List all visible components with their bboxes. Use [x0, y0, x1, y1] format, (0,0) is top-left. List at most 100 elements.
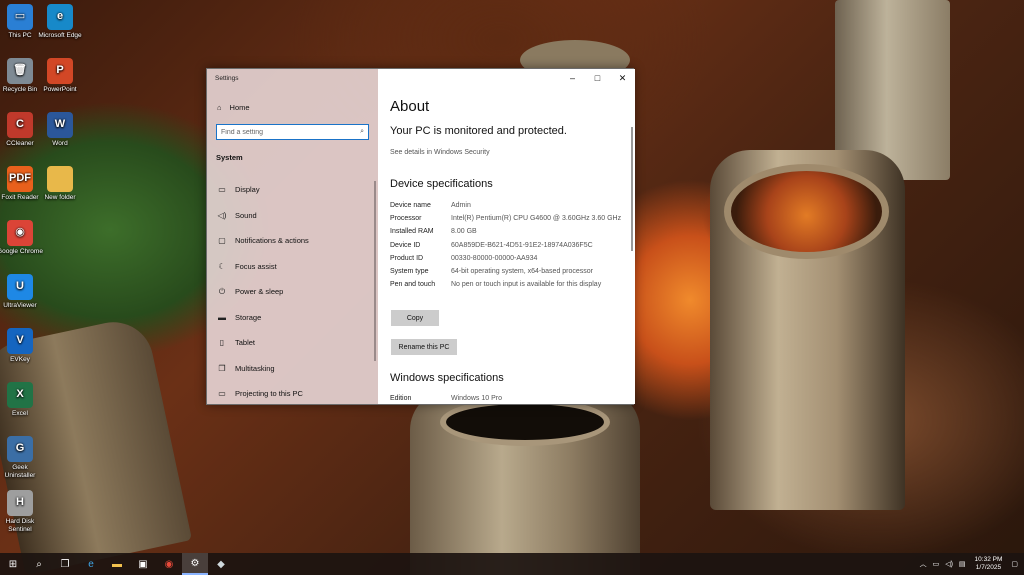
- home-label: Home: [229, 103, 250, 112]
- notifications-icon: ▢: [218, 236, 226, 246]
- desktop-icon[interactable]: V EVKey: [0, 328, 44, 364]
- desktop-icon[interactable]: U UltraViewer: [0, 274, 44, 310]
- system-tray: ︿ ▭ ◁) ▤ 10:32 PM 1/7/2025 ▢: [917, 553, 1024, 575]
- page-title: About: [390, 98, 430, 115]
- focus-assist-icon: ☾: [218, 261, 226, 271]
- taskbar-settings-icon[interactable]: ⚙: [182, 553, 208, 575]
- sidebar-item[interactable]: ▢ Notifications & actions: [207, 228, 378, 254]
- volume-icon[interactable]: ◁): [945, 560, 953, 568]
- sidebar-item-label: Multitasking: [235, 363, 275, 373]
- desktop-icon[interactable]: G Geek Uninstaller: [0, 436, 44, 479]
- hard-disk-sentinel-icon: H: [7, 490, 33, 516]
- sidebar-item[interactable]: ▭ Display: [207, 177, 378, 203]
- sidebar-item-label: Notifications & actions: [235, 236, 309, 246]
- taskbar-store-icon[interactable]: ▣: [130, 553, 156, 575]
- sidebar-item-label: Storage: [235, 312, 262, 322]
- foxit-reader-icon: PDF: [7, 166, 33, 192]
- desktop-icon-label: Hard Disk Sentinel: [5, 518, 35, 533]
- ccleaner-icon: C: [7, 112, 33, 138]
- sidebar-item[interactable]: ⏻ Power & sleep: [207, 279, 378, 305]
- task-view-icon[interactable]: ❐: [52, 553, 78, 575]
- sidebar-item[interactable]: ▬ Storage: [207, 305, 378, 331]
- word-icon: W: [47, 112, 73, 138]
- spec-key: Device name: [390, 202, 431, 209]
- sidebar-item[interactable]: ▯ Tablet: [207, 330, 378, 356]
- sidebar-item[interactable]: ▭ Projecting to this PC: [207, 381, 378, 407]
- spec-value: No pen or touch input is available for t…: [451, 281, 602, 289]
- start-button[interactable]: ⊞: [0, 553, 26, 575]
- wallpaper-leaves: [724, 164, 889, 259]
- geek-uninstaller-icon: G: [7, 436, 33, 462]
- security-details-link[interactable]: See details in Windows Security: [390, 149, 490, 156]
- spec-row: Processor Intel(R) Pentium(R) CPU G4600 @…: [390, 214, 630, 224]
- section-heading: System: [216, 153, 243, 162]
- spec-key: Processor: [390, 215, 422, 223]
- sound-icon: ◁): [217, 210, 227, 220]
- sidebar-item[interactable]: ◁) Sound: [207, 203, 378, 229]
- sidebar-nav: ▭ Display ◁) Sound ▢ Notifications & actions ☾…: [207, 177, 378, 407]
- desktop-icon-label: UltraViewer: [3, 302, 37, 309]
- sidebar-scrollbar[interactable]: [374, 181, 376, 361]
- wallpaper-bamboo: [710, 150, 905, 510]
- desktop-icon-label: Geek Uninstaller: [4, 464, 36, 479]
- taskbar-file-explorer-icon[interactable]: ▬: [104, 553, 130, 575]
- desktop-icon-label: Word: [52, 140, 68, 147]
- network-icon[interactable]: ▭: [933, 560, 940, 568]
- window-title: Settings: [215, 75, 239, 82]
- sidebar-item-label: Tablet: [235, 338, 256, 348]
- desktop-icon-label: PowerPoint: [43, 86, 77, 93]
- desktop-icon-label: Microsoft Edge: [38, 32, 82, 39]
- spec-row: Pen and touch No pen or touch input is av…: [390, 280, 630, 290]
- folder-icon: [47, 166, 73, 192]
- window-controls: – □ ✕: [560, 69, 635, 87]
- spec-key: Installed RAM: [390, 228, 434, 236]
- taskbar-chrome-icon[interactable]: ◉: [156, 553, 182, 575]
- desktop-icon[interactable]: e Microsoft Edge: [36, 4, 84, 40]
- sidebar-item-label: Power & sleep: [235, 287, 284, 297]
- keyboard-layout-icon[interactable]: ▤: [959, 560, 966, 568]
- spec-key: Pen and touch: [390, 281, 436, 289]
- search-icon[interactable]: ⌕: [360, 128, 364, 136]
- tray-chevron-up-icon[interactable]: ︿: [920, 559, 927, 569]
- search-box[interactable]: ⌕: [216, 124, 369, 140]
- multitasking-icon: ❐: [218, 363, 226, 373]
- settings-window: Settings ⌂ Home ⌕ System ▭ Display ◁) Sound…: [206, 68, 635, 407]
- sidebar-item[interactable]: ☾ Focus assist: [207, 254, 378, 280]
- edition-value: Windows 10 Pro: [451, 395, 502, 402]
- edition-row: Edition Windows 10 Pro: [390, 395, 502, 402]
- tablet-icon: ▯: [219, 338, 225, 348]
- minimize-button[interactable]: –: [560, 69, 585, 87]
- spec-row: Device ID 60A859DE-B621-4D51-91E2-18974A0…: [390, 241, 630, 251]
- desktop-icon[interactable]: W Word: [36, 112, 84, 148]
- sidebar-home[interactable]: ⌂ Home: [217, 103, 250, 112]
- taskbar-edge-icon[interactable]: e: [78, 553, 104, 575]
- taskbar-search-icon[interactable]: ⌕: [26, 553, 52, 575]
- spec-value: 8.00 GB: [451, 228, 477, 236]
- this-pc-icon: ▭: [7, 4, 33, 30]
- protection-status: Your PC is monitored and protected.: [390, 125, 567, 137]
- spec-value: 00330-80000-00000-AA934: [451, 254, 538, 262]
- edge-icon: e: [47, 4, 73, 30]
- clock[interactable]: 10:32 PM 1/7/2025: [975, 556, 1003, 572]
- rename-pc-button[interactable]: Rename this PC: [391, 339, 457, 355]
- maximize-button[interactable]: □: [585, 69, 610, 87]
- desktop-icon[interactable]: P PowerPoint: [36, 58, 84, 94]
- display-icon: ▭: [218, 185, 226, 195]
- content-scrollbar[interactable]: [631, 127, 633, 251]
- desktop-icon[interactable]: ◉ Google Chrome: [0, 220, 44, 256]
- close-button[interactable]: ✕: [610, 69, 635, 87]
- sidebar-item[interactable]: ❐ Multitasking: [207, 356, 378, 382]
- desktop-icon[interactable]: X Excel: [0, 382, 44, 418]
- powerpoint-icon: P: [47, 58, 73, 84]
- search-input[interactable]: [221, 128, 351, 136]
- taskbar-hard-disk-sentinel-icon[interactable]: ◆: [208, 553, 234, 575]
- desktop-icon[interactable]: New folder: [36, 166, 84, 202]
- desktop-icon[interactable]: H Hard Disk Sentinel: [0, 490, 44, 533]
- recycle-bin-icon: 🗑: [7, 58, 33, 84]
- evkey-icon: V: [7, 328, 33, 354]
- about-panel: – □ ✕ About Your PC is monitored and pro…: [378, 69, 635, 404]
- notification-center-icon[interactable]: ▢: [1011, 560, 1018, 568]
- spec-row: Device name Admin: [390, 201, 630, 211]
- sidebar-item-label: Display: [235, 185, 260, 195]
- copy-button[interactable]: Copy: [391, 310, 439, 326]
